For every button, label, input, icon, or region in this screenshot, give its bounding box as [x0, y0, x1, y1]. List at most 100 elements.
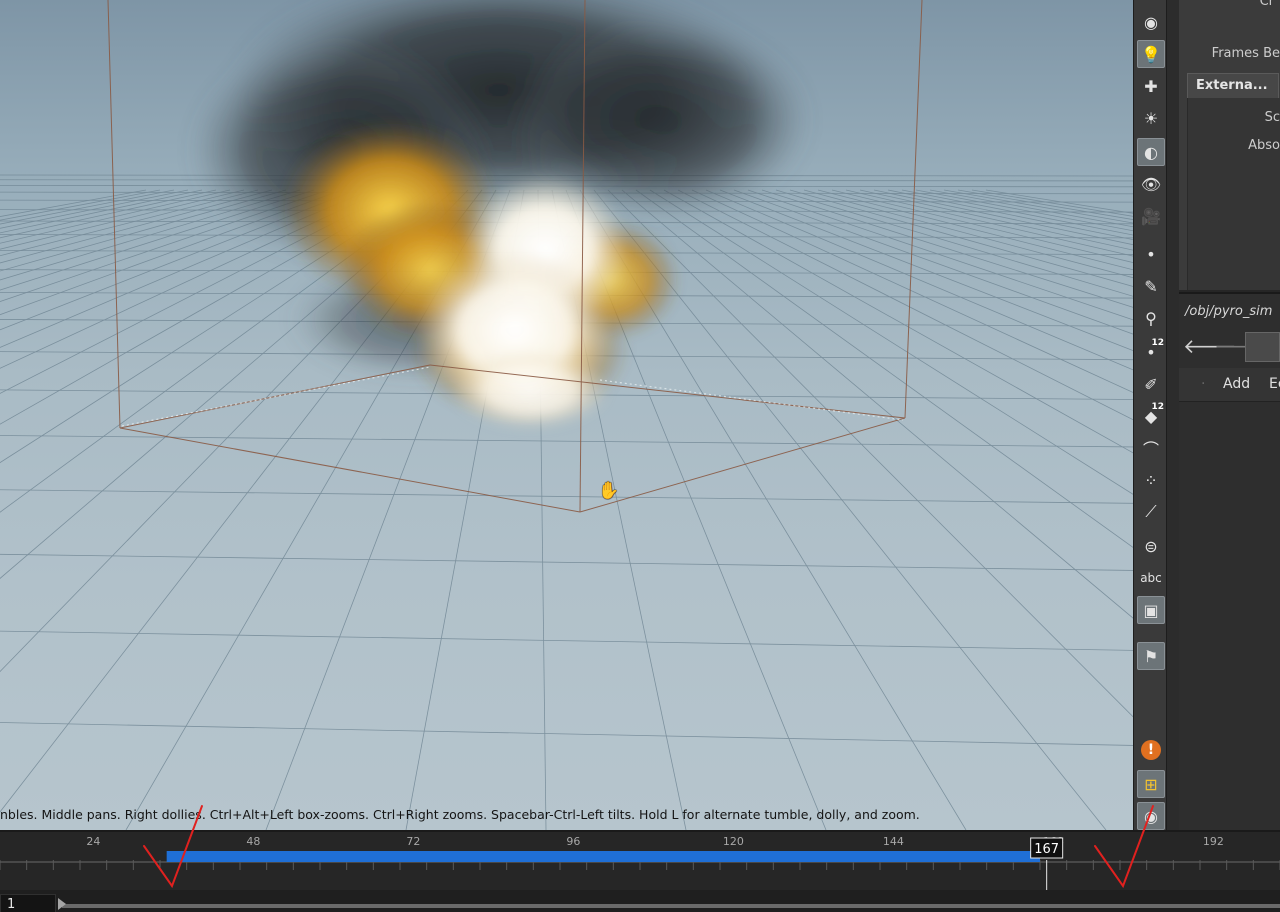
grid-line — [0, 189, 273, 264]
range-slider-handle[interactable] — [58, 898, 66, 910]
location-pin-icon[interactable]: ⚑ — [1137, 642, 1165, 670]
timeline-tick-label: 120 — [723, 835, 744, 848]
light-bulb-icon[interactable]: 💡 — [1137, 40, 1165, 68]
frames-label: Frames Be — [1211, 46, 1280, 61]
parameter-body — [1187, 98, 1280, 290]
point-icon-glyph: • — [1146, 244, 1156, 264]
grid-line — [621, 189, 1133, 619]
paint-icon-glyph: ✐ — [1144, 374, 1158, 394]
cached-frames-bar — [166, 851, 1040, 862]
timeline-tick-label: 96 — [566, 835, 580, 848]
number-primitives-icon[interactable]: ◆ 12 — [1137, 402, 1165, 430]
grid-line — [0, 189, 343, 316]
grid-line — [761, 189, 1133, 308]
checker-sphere-icon[interactable]: ◐ — [1137, 138, 1165, 166]
light-bulb-icon-glyph: 💡 — [1141, 44, 1161, 64]
hand-cursor-icon: ✋ — [598, 481, 620, 501]
visibility-eye-icon[interactable]: ◉ — [1137, 802, 1165, 830]
grid-line — [0, 722, 1133, 746]
grid-line — [607, 189, 1133, 718]
grid-line — [957, 189, 1133, 220]
point-icon[interactable]: • — [1137, 240, 1165, 268]
paint-icon[interactable]: ✐ — [1137, 370, 1165, 398]
pin-icon-glyph: ⚲ — [1145, 308, 1157, 328]
grid-line — [831, 189, 1133, 263]
viewport-hint-text: nbles. Middle pans. Right dollies. Ctrl+… — [0, 807, 920, 822]
pin-icon[interactable]: ⚲ — [1137, 304, 1165, 332]
background-image-icon-glyph: ▣ — [1143, 600, 1159, 620]
grid-line — [971, 189, 1133, 217]
grid-line — [0, 630, 1133, 651]
layer-circle-icon-glyph: ⊜ — [1144, 536, 1158, 556]
grid-line — [0, 189, 147, 217]
warning-icon[interactable]: ! — [1141, 740, 1161, 760]
timeline[interactable]: 24487296120144168192167 1 — [0, 805, 1280, 912]
grid-line — [649, 189, 1133, 495]
layer-circle-icon[interactable]: ⊜ — [1137, 532, 1165, 560]
grid-line — [0, 189, 329, 302]
network-thumbnail-icon[interactable] — [1245, 332, 1280, 362]
range-slider[interactable] — [62, 904, 1280, 908]
parameter-pane: Cr Frames Be Externa... Sc Abso — [1179, 0, 1280, 290]
text-tool-icon-glyph: abc — [1140, 571, 1162, 585]
current-frame-input[interactable]: 1 — [0, 894, 56, 912]
timeline-tick-label: 144 — [883, 835, 904, 848]
curve-icon[interactable]: ⌒ — [1137, 434, 1165, 462]
grid-line — [803, 189, 1133, 279]
camera-eye-icon-glyph: 👁 — [1140, 174, 1162, 194]
grid-line — [663, 189, 1133, 454]
grid-line — [887, 189, 1133, 241]
timebar[interactable]: 24487296120144168192167 — [0, 805, 1280, 890]
edit-menu-button[interactable]: Ec — [1269, 376, 1280, 392]
timeline-tick-label: 192 — [1203, 835, 1224, 848]
handle-icon-glyph: ⟋ — [1145, 502, 1157, 521]
grid-line — [0, 189, 245, 250]
viewport-scene[interactable] — [0, 0, 1133, 830]
grid-line — [0, 189, 175, 225]
background-image-icon[interactable]: ▣ — [1137, 596, 1165, 624]
render-camera-icon[interactable]: 🎥 — [1137, 202, 1165, 230]
sphere-light-icon-glyph: ◉ — [1144, 12, 1158, 32]
network-path[interactable]: /obj/pyro_sim — [1185, 304, 1272, 319]
add-light-icon-glyph: ✚ — [1144, 76, 1158, 96]
render-camera-icon-glyph: 🎥 — [1141, 206, 1161, 226]
grid-line — [0, 189, 231, 244]
grid-line — [0, 189, 259, 257]
handle-icon[interactable]: ⟋ — [1137, 498, 1165, 526]
grid-line — [0, 553, 1133, 571]
current-frame-label: 167 — [1034, 842, 1059, 857]
brush-icon-glyph: ✎ — [1144, 276, 1158, 296]
grid-line — [0, 189, 203, 234]
3d-viewport[interactable]: ✋ nbles. Middle pans. Right dollies. Ctr… — [0, 0, 1133, 830]
grid-line — [985, 189, 1133, 214]
grid-line — [747, 189, 1133, 321]
grid-line — [775, 189, 1133, 297]
add-menu-button[interactable]: Add — [1223, 376, 1250, 392]
param-label-sc: Sc — [1264, 110, 1280, 125]
grid-line — [635, 189, 1133, 548]
number-primitives-icon-number: 12 — [1151, 402, 1164, 412]
spot-light-icon[interactable]: ☀ — [1137, 104, 1165, 132]
tab-external[interactable]: Externa... — [1187, 73, 1279, 99]
location-pin-icon-glyph: ⚑ — [1143, 646, 1159, 666]
viewport-toolbar: ◉ 💡 ✚ ☀ ◐ 👁 🎥 • ✎ ⚲ • 12 ✐ ◆ 12 ⌒ ⁘ ⟋ ⊜ abc ▣ ⚑! ⊞ ◉ — [1133, 0, 1167, 830]
curve-icon-glyph: ⌒ — [1142, 440, 1159, 459]
grid-line — [845, 189, 1133, 257]
network-editor-pane[interactable]: /obj/pyro_sim 🡐 🡒 · Add Ec — [1179, 292, 1280, 830]
number-points-icon[interactable]: • 12 — [1137, 338, 1165, 366]
grid-points-icon[interactable]: ⁘ — [1137, 466, 1165, 494]
sphere-light-icon[interactable]: ◉ — [1137, 8, 1165, 36]
pane-splitter[interactable] — [1167, 0, 1179, 830]
camera-eye-icon[interactable]: 👁 — [1137, 170, 1165, 198]
network-toolbar: · Add Ec — [1179, 368, 1280, 402]
timeline-tick-label: 72 — [406, 835, 420, 848]
grid-line — [817, 189, 1133, 271]
split-view-icon[interactable]: ⊞ — [1137, 770, 1165, 798]
grid-line — [943, 189, 1133, 224]
text-tool-icon[interactable]: abc — [1137, 564, 1165, 592]
checker-sphere-icon-glyph: ◐ — [1144, 142, 1158, 162]
brush-icon[interactable]: ✎ — [1137, 272, 1165, 300]
add-light-icon[interactable]: ✚ — [1137, 72, 1165, 100]
grid-line — [915, 189, 1133, 232]
param-label: Cr — [1259, 0, 1274, 9]
